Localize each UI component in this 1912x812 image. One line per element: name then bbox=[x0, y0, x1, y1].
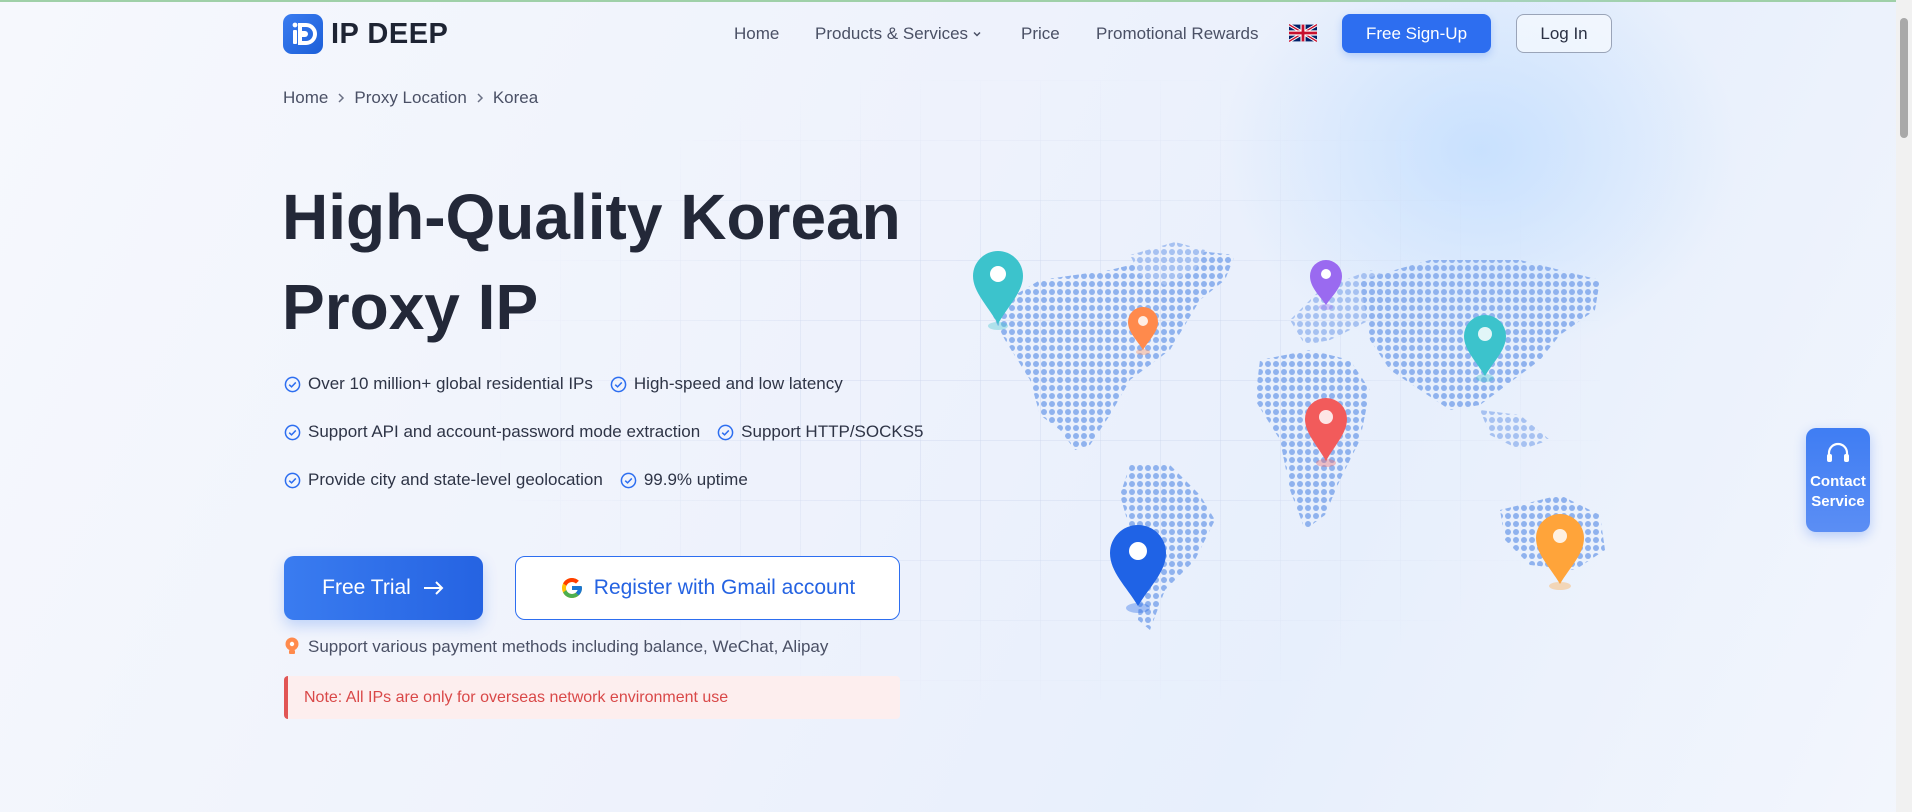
brand-name: IP DEEP bbox=[331, 17, 449, 50]
payment-text: Support various payment methods includin… bbox=[308, 637, 829, 656]
arrow-right-icon bbox=[423, 581, 444, 595]
free-signup-button[interactable]: Free Sign-Up bbox=[1342, 14, 1491, 53]
scrollbar[interactable] bbox=[1896, 0, 1912, 812]
headset-icon bbox=[1827, 442, 1849, 462]
google-icon bbox=[561, 578, 582, 598]
payment-info: Support various payment methods includin… bbox=[284, 637, 828, 657]
free-trial-label: Free Trial bbox=[322, 576, 411, 599]
note-text: Note: All IPs are only for overseas netw… bbox=[304, 688, 729, 706]
feature-item: Over 10 million+ global residential IPs bbox=[284, 374, 593, 394]
feature-list: Over 10 million+ global residential IPs … bbox=[284, 374, 924, 518]
feature-item: Provide city and state-level geolocation bbox=[284, 470, 603, 490]
breadcrumb: Home Proxy Location Korea bbox=[283, 88, 538, 108]
feature-text: Support HTTP/SOCKS5 bbox=[741, 422, 924, 441]
feature-text: Provide city and state-level geolocation bbox=[308, 470, 603, 489]
logo[interactable]: IP DEEP bbox=[283, 14, 448, 54]
feature-row: Over 10 million+ global residential IPs … bbox=[284, 374, 924, 422]
nav-home-label: Home bbox=[734, 24, 780, 43]
breadcrumb-current: Korea bbox=[492, 88, 539, 107]
continent-north-america bbox=[990, 250, 1235, 450]
site-header: IP DEEP Home Products & Services Price P… bbox=[0, 0, 1912, 70]
nav-home[interactable]: Home bbox=[734, 24, 779, 44]
feature-row: Provide city and state-level geolocation… bbox=[284, 470, 924, 518]
nav-price-label: Price bbox=[1021, 24, 1060, 43]
scrollbar-thumb[interactable] bbox=[1900, 18, 1908, 138]
chevron-down-icon bbox=[973, 31, 981, 37]
register-gmail-label: Register with Gmail account bbox=[593, 576, 856, 599]
nav-products-services[interactable]: Products & Services bbox=[815, 24, 983, 44]
breadcrumb-home[interactable]: Home bbox=[283, 88, 328, 108]
logo-icon bbox=[283, 14, 323, 54]
contact-service-button[interactable]: Contact Service bbox=[1806, 428, 1870, 532]
feature-item: Support HTTP/SOCKS5 bbox=[717, 422, 924, 442]
continent-southeast-asia bbox=[1480, 410, 1550, 450]
register-gmail-button[interactable]: Register with Gmail account bbox=[515, 556, 900, 620]
login-button[interactable]: Log In bbox=[1516, 14, 1612, 53]
feature-item: High-speed and low latency bbox=[610, 374, 843, 394]
check-circle-icon bbox=[717, 424, 734, 440]
check-circle-icon bbox=[284, 472, 301, 488]
page-title: High-Quality Korean Proxy IP bbox=[282, 181, 901, 343]
location-pin-icon bbox=[1536, 514, 1584, 590]
free-trial-button[interactable]: Free Trial bbox=[284, 556, 483, 620]
nav-promotional-rewards[interactable]: Promotional Rewards bbox=[1096, 24, 1259, 44]
feature-item: 99.9% uptime bbox=[620, 470, 748, 490]
continent-africa bbox=[1255, 350, 1370, 530]
lightbulb-icon bbox=[285, 637, 299, 654]
world-map-illustration bbox=[973, 242, 1605, 630]
feature-row: Support API and account-password mode ex… bbox=[284, 422, 924, 470]
feature-item: Support API and account-password mode ex… bbox=[284, 422, 700, 442]
nav-products-label: Products & Services bbox=[815, 24, 969, 43]
breadcrumb-proxy-location[interactable]: Proxy Location bbox=[354, 88, 466, 108]
feature-text: Support API and account-password mode ex… bbox=[308, 422, 701, 441]
check-circle-icon bbox=[284, 424, 301, 440]
feature-text: High-speed and low latency bbox=[633, 374, 843, 393]
check-circle-icon bbox=[284, 376, 301, 392]
check-circle-icon bbox=[620, 472, 637, 488]
chevron-right-icon bbox=[338, 93, 345, 103]
chevron-right-icon bbox=[477, 93, 483, 103]
contact-label-line1: Contact bbox=[1810, 473, 1866, 490]
nav-promo-label: Promotional Rewards bbox=[1096, 24, 1259, 43]
check-circle-icon bbox=[610, 376, 627, 392]
uk-flag-icon[interactable] bbox=[1289, 24, 1317, 42]
contact-label-line2: Service bbox=[1811, 493, 1865, 510]
note-banner: Note: All IPs are only for overseas netw… bbox=[284, 676, 900, 719]
feature-text: 99.9% uptime bbox=[643, 470, 748, 489]
nav-price[interactable]: Price bbox=[1021, 24, 1060, 44]
feature-text: Over 10 million+ global residential IPs bbox=[308, 374, 593, 393]
